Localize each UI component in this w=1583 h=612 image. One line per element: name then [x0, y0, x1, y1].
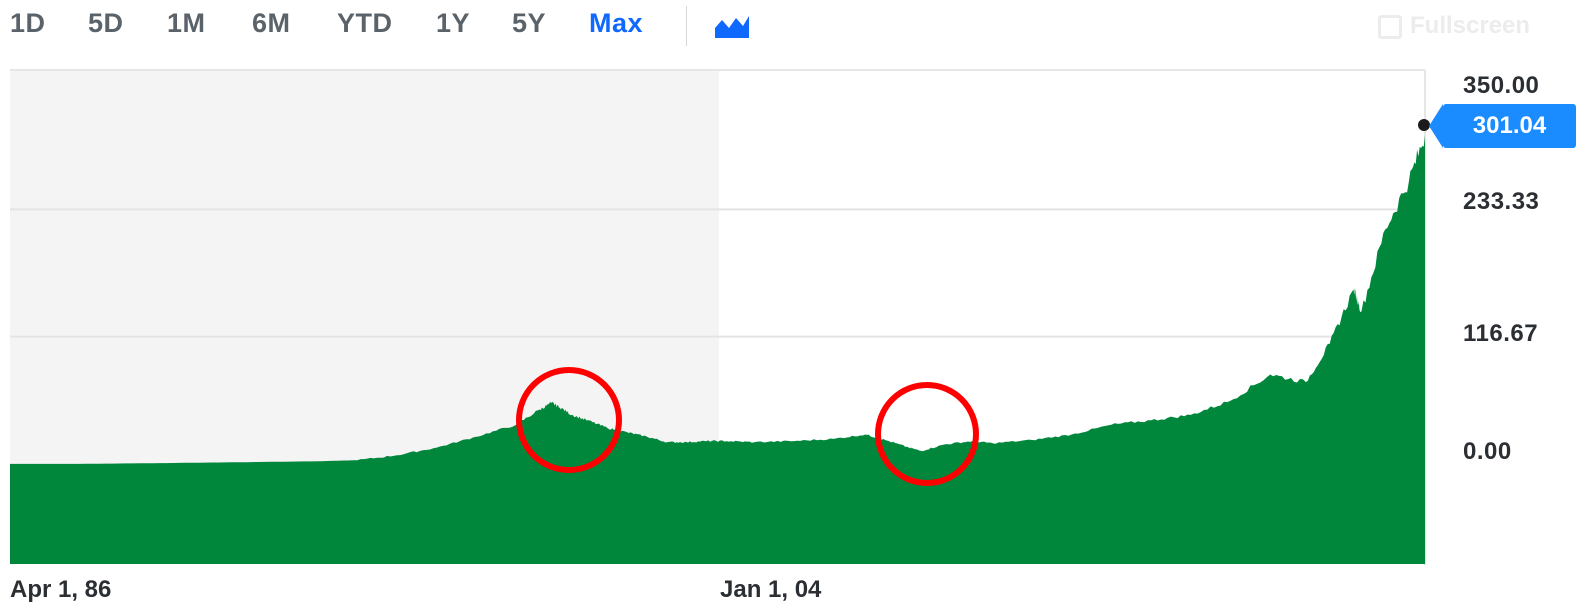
x-tick-label: Apr 1, 86	[10, 576, 112, 603]
y-tick-label: 0.00	[1463, 438, 1512, 465]
y-tick-label: 116.67	[1463, 320, 1539, 347]
y-tick-label: 233.33	[1463, 188, 1540, 215]
last-price-tag: 301.04	[1429, 104, 1576, 148]
price-chart	[10, 69, 1430, 565]
x-tick-label: Jan 1, 04	[720, 576, 822, 603]
shaded-period-background	[10, 70, 719, 464]
y-tick-label: 350.00	[1463, 72, 1540, 99]
